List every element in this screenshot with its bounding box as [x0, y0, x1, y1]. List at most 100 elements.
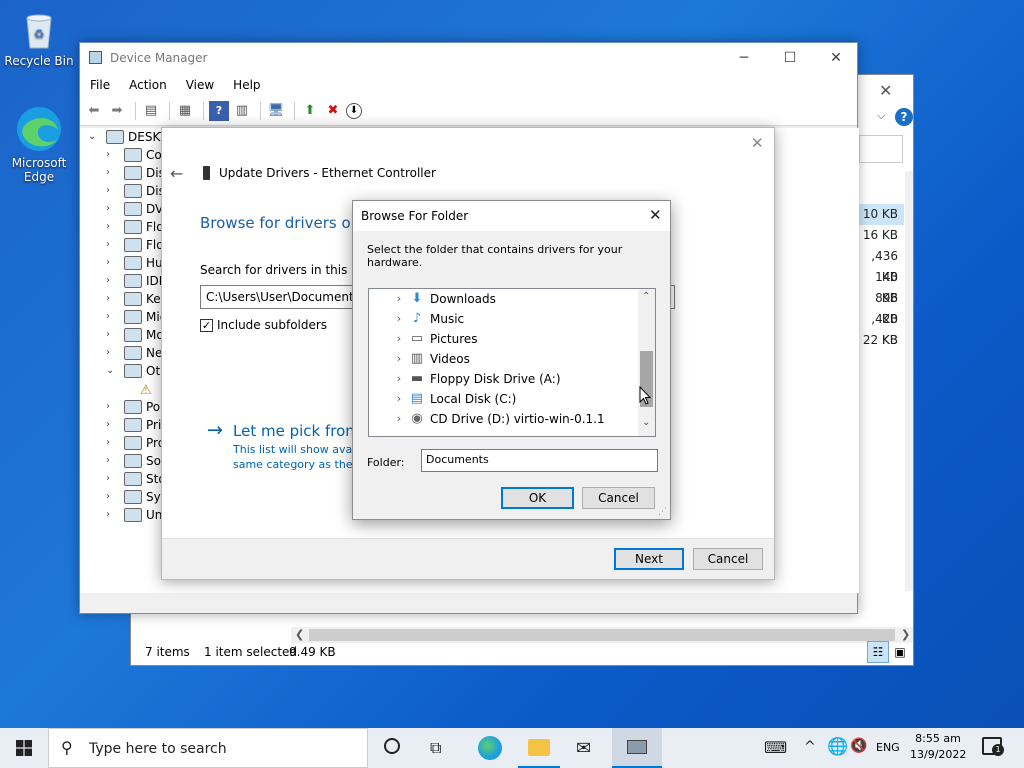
- tree-category-row[interactable]: › Por: [106, 398, 165, 416]
- chevron-right-icon[interactable]: ›: [106, 344, 118, 362]
- chevron-right-icon[interactable]: ›: [106, 200, 118, 218]
- chevron-right-icon[interactable]: ›: [389, 409, 409, 429]
- details-view-icon[interactable]: ☷: [867, 641, 889, 663]
- unknown-device-row[interactable]: ⚠: [140, 380, 156, 398]
- help-book-icon[interactable]: ?: [209, 100, 229, 121]
- chevron-right-icon[interactable]: ›: [389, 349, 409, 369]
- folder-tree-item[interactable]: › ⬇ Downloads: [369, 289, 496, 309]
- chevron-down-icon[interactable]: ⌵: [877, 109, 885, 123]
- folder-tree-scrollbar[interactable]: ⌃ ⌄: [638, 289, 655, 436]
- folder-tree-item[interactable]: › ♪ Music: [369, 309, 464, 329]
- cancel-button[interactable]: Cancel: [693, 548, 763, 570]
- chevron-right-icon[interactable]: ›: [389, 369, 409, 389]
- chevron-right-icon[interactable]: ›: [106, 218, 118, 236]
- explorer-search-box[interactable]: [859, 135, 903, 163]
- chevron-right-icon[interactable]: ›: [106, 326, 118, 344]
- recycle-bin-shortcut[interactable]: ♻ Recycle Bin: [1, 8, 77, 68]
- chevron-right-icon[interactable]: ›: [106, 452, 118, 470]
- edge-taskbar-icon[interactable]: [478, 736, 502, 760]
- close-button[interactable]: ✕: [813, 43, 859, 74]
- menu-action[interactable]: Action: [129, 78, 167, 92]
- folder-input[interactable]: Documents: [421, 449, 658, 472]
- chevron-right-icon[interactable]: ›: [106, 416, 118, 434]
- folder-tree-item[interactable]: › ▤ Local Disk (C:): [369, 389, 517, 409]
- folder-tree-item[interactable]: › ▥ Videos: [369, 349, 470, 369]
- cortana-icon[interactable]: [384, 738, 400, 754]
- action-pane-icon[interactable]: ▥: [232, 101, 252, 121]
- menu-view[interactable]: View: [186, 78, 214, 92]
- edge-shortcut[interactable]: Microsoft Edge: [1, 104, 77, 184]
- large-icons-view-icon[interactable]: ▣: [891, 643, 909, 661]
- keyboard-icon[interactable]: ⌨: [764, 738, 787, 757]
- disable-device-icon[interactable]: ⬇: [346, 102, 362, 119]
- pick-from-list-link[interactable]: Let me pick from: [233, 422, 360, 440]
- tree-category-row[interactable]: › Net: [106, 344, 167, 362]
- chevron-right-icon[interactable]: ›: [389, 329, 409, 349]
- tree-category-row[interactable]: › Uni: [106, 506, 166, 524]
- tree-category-row[interactable]: › IDE: [106, 272, 166, 290]
- tree-category-row[interactable]: › Prin: [106, 416, 169, 434]
- chevron-right-icon[interactable]: ›: [106, 146, 118, 164]
- show-hide-console-tree-icon[interactable]: ▤: [141, 101, 161, 121]
- tree-category-row[interactable]: › Cor: [106, 146, 167, 164]
- menu-file[interactable]: File: [90, 78, 110, 92]
- next-button[interactable]: Next: [614, 548, 684, 570]
- volume-muted-icon[interactable]: 🔇: [850, 738, 867, 754]
- scroll-up-icon[interactable]: ⌃: [642, 291, 650, 302]
- minimize-button[interactable]: ─: [721, 43, 767, 74]
- chevron-right-icon[interactable]: ›: [106, 290, 118, 308]
- chevron-right-icon[interactable]: ›: [389, 289, 409, 309]
- properties-icon[interactable]: ▦: [175, 101, 195, 121]
- folder-tree-item[interactable]: › ◉ CD Drive (D:) virtio-win-0.1.1: [369, 409, 605, 429]
- chevron-right-icon[interactable]: ›: [389, 389, 409, 409]
- chevron-right-icon[interactable]: ›: [106, 182, 118, 200]
- update-driver-icon[interactable]: ⬆: [300, 101, 320, 121]
- notification-center-icon[interactable]: 1: [982, 737, 1004, 756]
- folder-tree-item[interactable]: › ▭ Pictures: [369, 329, 478, 349]
- chevron-right-icon[interactable]: ›: [106, 254, 118, 272]
- forward-arrow-icon[interactable]: ➡: [107, 101, 127, 121]
- chevron-right-icon[interactable]: ›: [389, 309, 409, 329]
- close-icon[interactable]: ✕: [649, 206, 662, 224]
- language-indicator[interactable]: ENG: [876, 741, 900, 754]
- resize-grip-icon[interactable]: ⋰: [658, 507, 667, 517]
- help-icon[interactable]: ?: [895, 108, 913, 126]
- chevron-right-icon[interactable]: ›: [106, 488, 118, 506]
- cancel-button[interactable]: Cancel: [582, 487, 655, 509]
- chevron-right-icon[interactable]: ›: [106, 398, 118, 416]
- tree-category-row[interactable]: › Mo: [106, 326, 164, 344]
- task-view-icon[interactable]: ⧉: [430, 738, 441, 758]
- explorer-vertical-scrollbar[interactable]: [905, 171, 913, 591]
- include-subfolders-checkbox[interactable]: ✓: [200, 319, 213, 332]
- chevron-right-icon[interactable]: ›: [106, 434, 118, 452]
- tree-category-row[interactable]: › Mic: [106, 308, 166, 326]
- chevron-down-icon[interactable]: ⌄: [88, 128, 100, 146]
- folder-tree-item[interactable]: › ▬ Floppy Disk Drive (A:): [369, 369, 561, 389]
- chevron-right-icon[interactable]: ›: [106, 470, 118, 488]
- start-button[interactable]: [0, 728, 48, 768]
- arrow-right-icon[interactable]: →: [207, 419, 223, 441]
- chevron-right-icon[interactable]: ›: [106, 308, 118, 326]
- folder-tree[interactable]: › ⬇ Downloads › ♪ Music › ▭ Pictures › ▥ Videos › ▬ Fl…: [368, 288, 656, 437]
- menu-help[interactable]: Help: [233, 78, 260, 92]
- chevron-right-icon[interactable]: ›: [106, 236, 118, 254]
- maximize-button[interactable]: ☐: [767, 43, 813, 74]
- uninstall-device-icon[interactable]: ✖: [323, 101, 343, 121]
- back-arrow-icon[interactable]: ←: [170, 164, 183, 183]
- close-icon[interactable]: ✕: [751, 134, 764, 152]
- chevron-up-icon[interactable]: ^: [804, 739, 816, 755]
- network-globe-icon[interactable]: 🌐: [827, 737, 848, 757]
- device-manager-taskbar-icon[interactable]: [612, 728, 662, 768]
- file-explorer-taskbar-icon[interactable]: [518, 728, 560, 768]
- chevron-right-icon[interactable]: ›: [106, 506, 118, 524]
- ok-button[interactable]: OK: [501, 487, 574, 509]
- clock[interactable]: 8:55 am 13/9/2022: [910, 731, 966, 763]
- tree-category-row[interactable]: ⌄ Oth: [106, 362, 168, 380]
- mail-taskbar-icon[interactable]: ✉: [576, 738, 591, 759]
- tree-category-row[interactable]: › Pro: [106, 434, 165, 452]
- taskbar-search-box[interactable]: ⚲ Type here to search: [48, 728, 368, 768]
- explorer-close-button[interactable]: ✕: [879, 81, 892, 100]
- scan-hardware-icon[interactable]: 🖥: [266, 101, 286, 121]
- chevron-right-icon[interactable]: ›: [106, 272, 118, 290]
- chevron-down-icon[interactable]: ⌄: [106, 362, 118, 380]
